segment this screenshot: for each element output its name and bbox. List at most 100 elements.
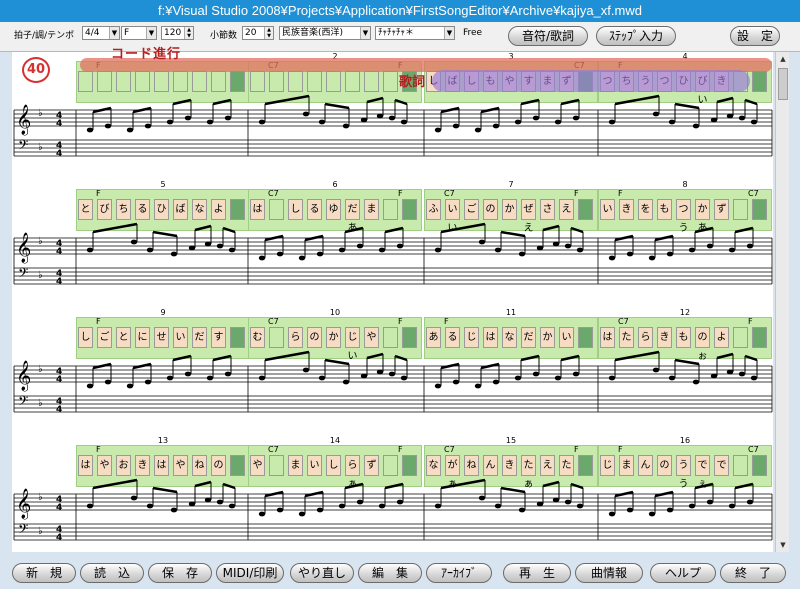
help-button[interactable]: ヘルプ — [650, 563, 716, 583]
note-head — [554, 119, 562, 125]
note-beam — [152, 486, 178, 494]
note-head — [146, 247, 154, 253]
note-beam — [440, 478, 486, 490]
note-head — [146, 503, 154, 509]
note-head — [728, 247, 736, 253]
spin-arrows-icon[interactable]: ▲ ▼ — [264, 27, 273, 39]
bottom-toolbar: 新 規読 込保 存 MIDI/印刷 やり直し編 集ｱｰｶｲﾌﾞ 再 生曲情報 ヘルプ終 … — [0, 556, 800, 589]
notes-lyrics-button[interactable]: 音符/歌詞 — [508, 26, 588, 46]
note-head — [396, 243, 404, 249]
note-head — [452, 123, 460, 129]
midi-print-button[interactable]: MIDI/印刷 — [216, 563, 284, 583]
bass-clef-icon: 𝄢 — [18, 137, 28, 156]
note-head — [188, 245, 196, 251]
archive-button[interactable]: ｱｰｶｲﾌﾞ — [426, 563, 492, 583]
note-head — [204, 241, 212, 247]
score-area[interactable]: F2C7F3C7しばしもやすまず4Fつちうつひびいき𝄞𝄢♭♭44445Fとびちる… — [12, 52, 773, 552]
note-head — [572, 371, 580, 377]
note-head — [532, 371, 540, 377]
score-system: 5 F とびちるひばなよ 6 C7 F はしるゆだあま 7 C7 F ふいいごのかぜえさえ 8 F C7 い… — [12, 180, 773, 298]
note-head — [434, 383, 442, 389]
play-button[interactable]: 再 生 — [503, 563, 571, 583]
measures-stepper[interactable]: 20 ▲ ▼ — [242, 26, 274, 40]
note-beam — [500, 486, 526, 494]
step-input-button[interactable]: ｽﾃｯﾌﾟ入力 — [596, 26, 676, 46]
flat-icon: ♭ — [38, 398, 43, 409]
redo-button[interactable]: やり直し — [290, 563, 354, 583]
note-beam — [394, 98, 408, 106]
note-head — [104, 123, 112, 129]
edit-button[interactable]: 編 集 — [358, 563, 422, 583]
staff-notation[interactable]: 𝄞𝄢♭♭4444 — [12, 436, 773, 552]
note-head — [536, 501, 544, 507]
title-bar: f:¥Visual Studio 2008¥Projects¥Applicati… — [0, 0, 800, 22]
load-button[interactable]: 読 込 — [80, 563, 144, 583]
treble-clef-icon: 𝄞 — [16, 488, 31, 520]
score-system: 13 F はやおきはやねの 14 C7 F やまいしらぁず 15 C7 F ながぁねんきたぁえた 16… — [12, 436, 773, 552]
flat-icon: ♭ — [38, 142, 43, 153]
staff-notation[interactable]: 𝄞𝄢♭♭4444 — [12, 308, 773, 426]
note-head — [668, 375, 676, 381]
note-head — [216, 499, 224, 505]
lyrics-highlight — [432, 70, 750, 92]
settings-button[interactable]: 設 定 — [730, 26, 780, 46]
note-head — [474, 383, 482, 389]
note-head — [692, 123, 700, 129]
song-info-button[interactable]: 曲情報 — [575, 563, 643, 583]
note-beam — [744, 98, 758, 106]
note-head — [144, 123, 152, 129]
scrollbar-thumb[interactable] — [778, 68, 788, 100]
vertical-scrollbar[interactable]: ▲ ▼ — [775, 52, 789, 552]
note-beam — [92, 222, 138, 234]
note-beam — [264, 94, 310, 106]
note-beam — [614, 350, 660, 362]
bass-clef-icon: 𝄢 — [18, 265, 28, 284]
note-head — [360, 373, 368, 379]
note-beam — [384, 482, 404, 490]
note-head — [342, 379, 350, 385]
note-head — [388, 115, 396, 121]
rhythm-select[interactable]: ﾁｬﾁｬﾁｬ＊ ▼ — [375, 26, 455, 40]
note-head — [302, 367, 310, 373]
note-head — [554, 375, 562, 381]
new-button[interactable]: 新 規 — [12, 563, 76, 583]
staff-notation[interactable]: 𝄞𝄢♭♭4444 — [12, 180, 773, 298]
note-beam — [520, 98, 540, 106]
tempo-stepper[interactable]: 120 ▲ ▼ — [161, 26, 194, 40]
time-signature-digit: 4 — [56, 533, 62, 543]
note-head — [626, 507, 634, 513]
scroll-up-icon[interactable]: ▲ — [777, 52, 789, 66]
note-head — [746, 243, 754, 249]
save-button[interactable]: 保 存 — [148, 563, 212, 583]
bass-clef-icon: 𝄢 — [18, 393, 28, 412]
time-signature-digit: 4 — [56, 503, 62, 513]
note-head — [258, 375, 266, 381]
note-beam — [344, 482, 364, 490]
exit-button[interactable]: 終 了 — [720, 563, 786, 583]
note-beam — [222, 482, 236, 490]
note-head — [710, 117, 718, 123]
note-head — [224, 115, 232, 121]
note-beam — [716, 352, 734, 360]
flat-icon: ♭ — [38, 364, 43, 375]
note-head — [396, 499, 404, 505]
note-head — [518, 251, 526, 257]
flat-icon: ♭ — [38, 492, 43, 503]
scroll-down-icon[interactable]: ▼ — [777, 538, 789, 552]
note-beam — [324, 102, 350, 110]
key-select[interactable]: F ▼ — [121, 26, 157, 40]
note-head — [166, 375, 174, 381]
flat-icon: ♭ — [38, 526, 43, 537]
note-head — [532, 115, 540, 121]
note-head — [668, 119, 676, 125]
note-head — [434, 127, 442, 133]
flat-icon: ♭ — [38, 108, 43, 119]
time-signature-digit: 4 — [56, 405, 62, 415]
time-signature-select[interactable]: 4/4 ▼ — [82, 26, 120, 40]
note-head — [652, 367, 660, 373]
note-head — [302, 111, 310, 117]
note-head — [564, 243, 572, 249]
note-head — [258, 255, 266, 261]
genre-select[interactable]: 民族音楽(西洋) ▼ — [279, 26, 371, 40]
spin-arrows-icon[interactable]: ▲ ▼ — [184, 27, 193, 39]
